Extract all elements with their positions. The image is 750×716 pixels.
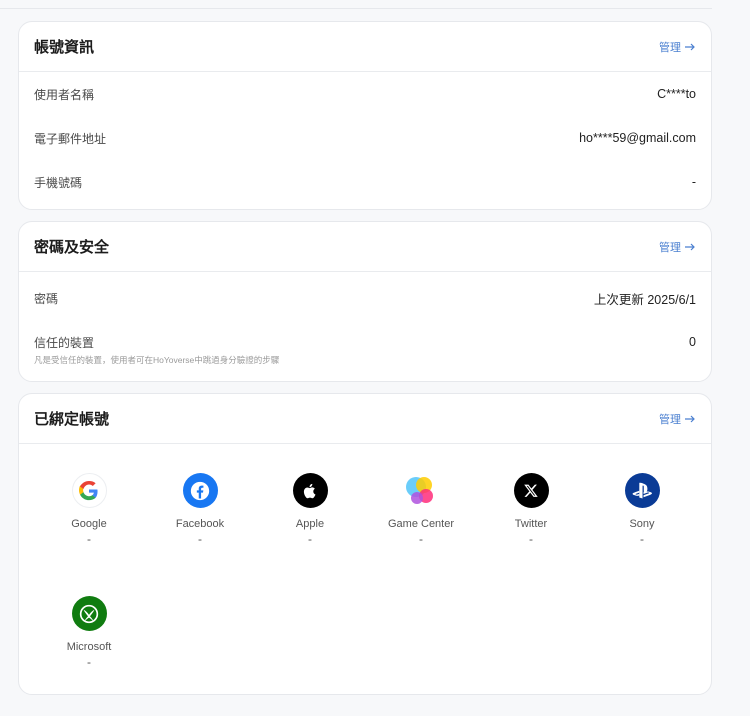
linked-item-twitter: Twitter - — [476, 473, 586, 546]
linked-item-status: - — [419, 532, 423, 546]
apple-icon[interactable] — [292, 473, 328, 508]
trusted-devices-note: 凡是受信任的裝置，使用者可在HoYoverse中跳過身分驗證的步驟 — [34, 355, 280, 365]
row-phone: 手機號碼 - — [19, 160, 711, 204]
security-header: 密碼及安全 管理 — [19, 222, 711, 272]
linked-item-name: Microsoft — [66, 641, 112, 653]
arrow-right-icon — [685, 415, 695, 422]
linked-item-name: Facebook — [175, 518, 225, 530]
card-title: 已綁定帳號 — [34, 411, 110, 428]
linked-item-status: - — [87, 655, 91, 669]
linked-item-status: - — [640, 532, 644, 546]
security-card: 密碼及安全 管理 密碼 上次更新 2025/6/1 信任的裝置 0 凡是受信任的… — [18, 221, 712, 382]
row-value: 0 — [689, 335, 696, 349]
linked-item-status: - — [529, 532, 533, 546]
linked-manage-link[interactable]: 管理 — [659, 411, 696, 427]
card-title: 密碼及安全 — [34, 239, 110, 256]
row-value: - — [691, 175, 696, 189]
account-info-card: 帳號資訊 管理 使用者名稱 C****to 電子郵件地址 ho****59@gm… — [18, 21, 712, 210]
linked-item-name: Sony — [629, 518, 655, 530]
row-email: 電子郵件地址 ho****59@gmail.com — [19, 116, 711, 160]
account-manage-link[interactable]: 管理 — [659, 39, 696, 55]
facebook-icon[interactable] — [182, 473, 218, 508]
linked-item-name: Apple — [295, 518, 325, 530]
security-manage-link[interactable]: 管理 — [659, 239, 696, 255]
linked-item-game-center: Game Center - — [366, 473, 476, 546]
row-label: 手機號碼 — [34, 175, 83, 190]
linked-item-status: - — [198, 532, 202, 546]
top-divider — [0, 8, 712, 9]
row-label: 電子郵件地址 — [34, 131, 107, 146]
x-icon[interactable] — [513, 473, 549, 508]
linked-item-apple: Apple - — [255, 473, 365, 546]
row-value: 上次更新 2025/6/1 — [593, 292, 696, 307]
linked-item-microsoft: Microsoft - — [34, 596, 144, 669]
card-title: 帳號資訊 — [34, 39, 95, 56]
linked-item-name: Google — [71, 518, 107, 530]
row-label: 密碼 — [34, 291, 59, 306]
arrow-right-icon — [685, 243, 695, 250]
xbox-icon[interactable] — [71, 596, 107, 631]
google-icon[interactable] — [71, 473, 107, 508]
linked-item-sony: Sony - — [587, 473, 697, 546]
linked-accounts-card: 已綁定帳號 管理 Google - Facebook - Apple - Gam… — [18, 393, 712, 695]
manage-label: 管理 — [659, 241, 681, 254]
playstation-icon[interactable] — [624, 473, 660, 508]
row-username: 使用者名稱 C****to — [19, 72, 711, 116]
row-value: C****to — [657, 87, 696, 101]
linked-header: 已綁定帳號 管理 — [19, 394, 711, 444]
game-center-icon[interactable] — [404, 473, 439, 508]
linked-item-facebook: Facebook - — [145, 473, 255, 546]
linked-item-status: - — [87, 532, 91, 546]
linked-item-status: - — [308, 532, 312, 546]
linked-item-name: Twitter — [514, 518, 548, 530]
linked-item-name: Game Center — [387, 518, 455, 530]
linked-item-google: Google - — [34, 473, 144, 546]
row-password: 密碼 上次更新 2025/6/1 — [19, 276, 711, 320]
manage-label: 管理 — [659, 41, 681, 54]
manage-label: 管理 — [659, 413, 681, 426]
account-info-header: 帳號資訊 管理 — [19, 22, 711, 72]
row-value: ho****59@gmail.com — [579, 131, 696, 145]
arrow-right-icon — [685, 43, 695, 50]
row-label: 信任的裝置 — [34, 335, 95, 350]
row-label: 使用者名稱 — [34, 87, 95, 102]
